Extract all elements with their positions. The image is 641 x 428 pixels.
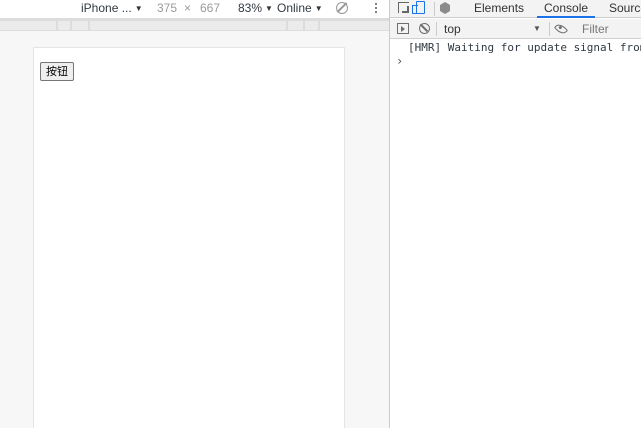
ruler-segment[interactable]: [305, 21, 318, 30]
devtools-tab-bar: Elements Console Sources: [390, 0, 641, 18]
ruler-segment[interactable]: [72, 21, 88, 30]
cube-icon[interactable]: [440, 2, 450, 14]
eye-icon[interactable]: [553, 21, 569, 37]
network-select-label: Online: [277, 1, 312, 15]
ruler-segment[interactable]: [58, 21, 70, 30]
device-mode-icon[interactable]: [412, 1, 425, 14]
ruler-segment[interactable]: [90, 21, 286, 30]
context-select-label: top: [444, 22, 461, 36]
chevron-down-icon: ▼: [314, 4, 323, 13]
chevron-down-icon: ▼: [134, 4, 143, 13]
device-viewport: 按钮: [33, 47, 345, 428]
device-select[interactable]: iPhone ... ▼: [81, 1, 143, 16]
device-emulation-area: iPhone ... ▼ 375 × 667 83% ▼ Online ▼ 按钮: [0, 0, 389, 428]
chevron-down-icon: ▼: [265, 4, 273, 13]
chevron-down-icon: ▼: [533, 24, 541, 33]
inspect-icon[interactable]: [398, 2, 409, 13]
sidebar-toggle-icon[interactable]: [397, 23, 409, 34]
zoom-select-label: 83%: [238, 1, 263, 15]
media-query-ruler: [0, 18, 389, 31]
ruler-segment[interactable]: [288, 21, 303, 30]
ruler-segment[interactable]: [320, 21, 389, 30]
tab-elements[interactable]: Elements: [474, 0, 524, 18]
console-prompt[interactable]: ›: [390, 54, 641, 70]
console-toolbar: top ▼: [390, 19, 641, 39]
device-width-field[interactable]: 375: [157, 1, 177, 16]
prompt-chevron-icon: ›: [396, 54, 404, 68]
console-message: [HMR] Waiting for update signal from WDS…: [408, 41, 641, 54]
tab-console[interactable]: Console: [537, 0, 596, 18]
clear-console-icon[interactable]: [419, 23, 430, 34]
network-throttle-select[interactable]: Online ▼: [277, 1, 323, 16]
page-button[interactable]: 按钮: [40, 62, 74, 81]
device-select-label: iPhone ...: [81, 1, 132, 15]
device-height-field[interactable]: 667: [200, 1, 220, 16]
ruler-segment[interactable]: [0, 21, 56, 30]
devtools-panel: Elements Console Sources top ▼ [HMR] Wai…: [390, 0, 641, 428]
dimension-separator: ×: [184, 1, 192, 15]
tab-sources[interactable]: Sources: [609, 0, 641, 18]
filter-input[interactable]: [576, 20, 641, 37]
toolbar-divider: [436, 22, 437, 36]
toolbar-divider: [549, 22, 550, 36]
context-select[interactable]: top ▼: [444, 21, 544, 37]
zoom-select[interactable]: 83% ▼: [238, 1, 273, 16]
rotate-icon[interactable]: [336, 2, 348, 14]
toolbar-divider: [434, 2, 435, 16]
console-output: [HMR] Waiting for update signal from WDS…: [390, 40, 641, 70]
device-toolbar: iPhone ... ▼ 375 × 667 83% ▼ Online ▼: [0, 0, 389, 18]
more-icon[interactable]: [374, 3, 378, 15]
